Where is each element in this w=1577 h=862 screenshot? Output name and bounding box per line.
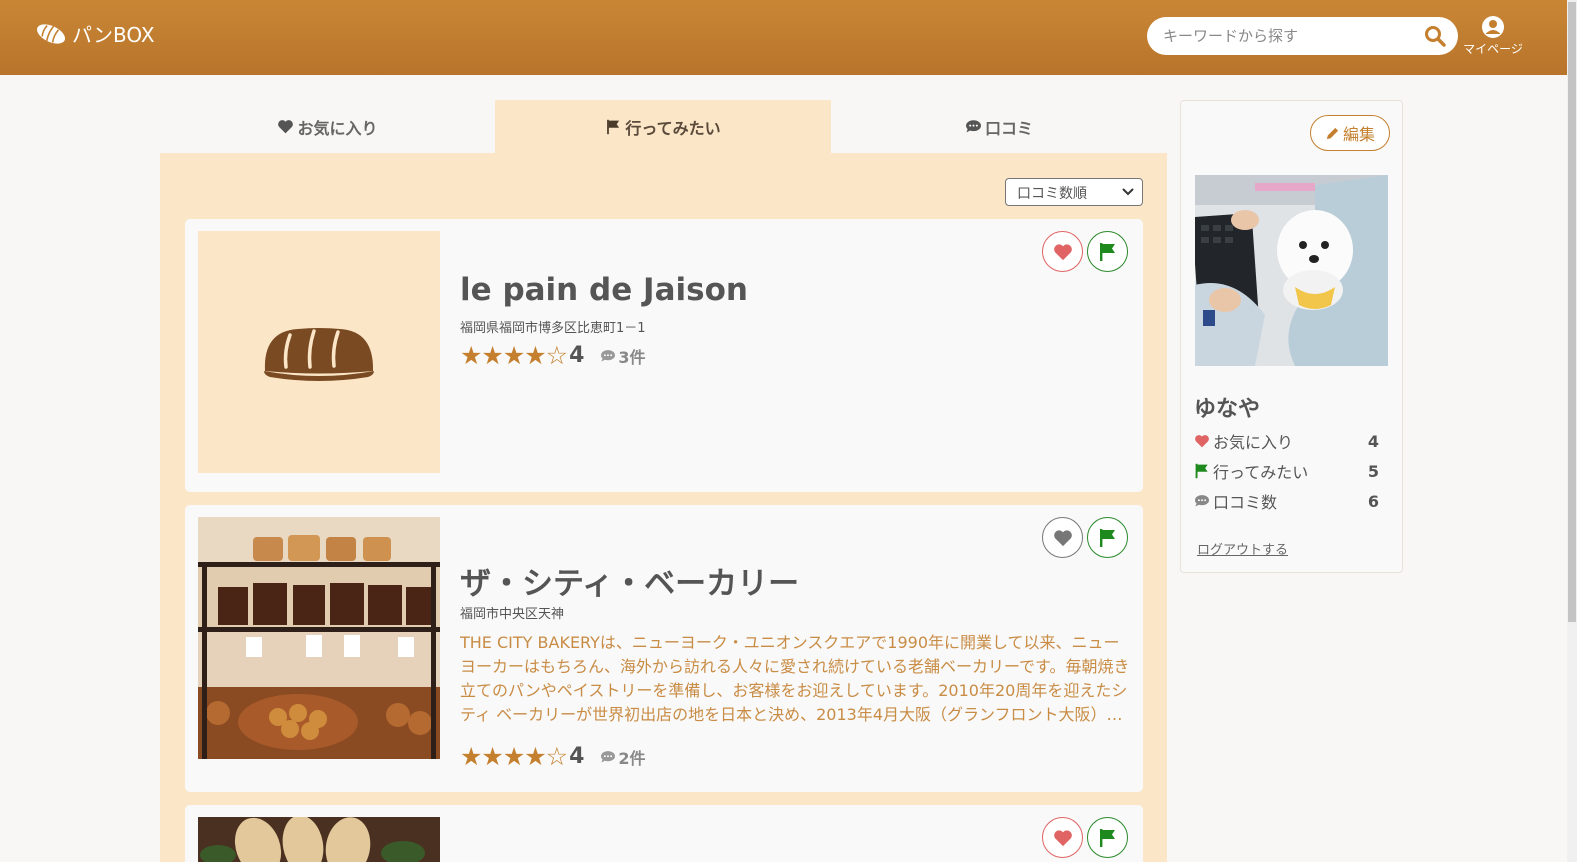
favorite-button[interactable] — [1042, 517, 1083, 558]
review-count: 2件 — [600, 745, 646, 769]
stat-want-to-go[interactable]: 行ってみたい 5 — [1194, 459, 1389, 483]
profile-sidebar: 編集 ゆなや お気に入り 4 行ってみたい 5 口コミ数 6 ログアウトする — [1180, 100, 1403, 573]
shop-image[interactable] — [198, 817, 440, 862]
bread-icon — [36, 23, 66, 44]
edit-label: 編集 — [1342, 125, 1375, 144]
shop-address: 福岡県福岡市博多区比恵町1－1 — [460, 321, 646, 336]
flag-icon — [607, 119, 620, 134]
sort-selected-label: 口コミ数順 — [1017, 186, 1087, 202]
tab-label: 口コミ — [984, 118, 1033, 138]
logout-link[interactable]: ログアウトする — [1197, 539, 1288, 558]
comment-icon — [1195, 495, 1209, 507]
site-logo[interactable]: パンBOX — [34, 19, 155, 48]
comment-icon — [601, 750, 616, 762]
search-input[interactable] — [1163, 25, 1413, 47]
sort-select[interactable]: 口コミ数順 — [1005, 178, 1143, 206]
comment-icon — [965, 120, 981, 133]
shop-image[interactable] — [198, 231, 440, 473]
chevron-down-icon — [1122, 188, 1134, 196]
shop-name[interactable]: ザ・シティ・ベーカリー — [460, 558, 799, 603]
dog-on-desk-photo — [1195, 175, 1388, 366]
bakery-shelves-photo — [198, 517, 440, 759]
pencil-icon — [1326, 127, 1339, 139]
logo-text: パンBOX — [72, 23, 155, 47]
heart-icon — [1053, 829, 1072, 846]
want-to-go-button[interactable] — [1087, 517, 1128, 558]
stat-favorites[interactable]: お気に入り 4 — [1194, 429, 1389, 453]
shop-rating: ★★★★☆ 4 2件 — [460, 742, 646, 771]
mypage-link[interactable]: マイページ — [1460, 15, 1526, 57]
flag-icon — [1099, 828, 1115, 847]
flag-icon — [1195, 463, 1208, 479]
scrollbar-thumb[interactable] — [1568, 2, 1576, 622]
heart-icon — [1195, 435, 1209, 448]
tab-favorites[interactable]: お気に入り — [160, 100, 495, 153]
heart-icon — [1053, 243, 1072, 260]
shop-card[interactable] — [185, 805, 1143, 862]
top-header: パンBOX マイページ — [0, 0, 1567, 75]
tab-reviews[interactable]: 口コミ — [831, 100, 1167, 153]
page-scrollbar[interactable] — [1567, 0, 1577, 862]
favorite-button[interactable] — [1042, 231, 1083, 272]
want-to-go-button[interactable] — [1087, 231, 1128, 272]
shop-description: THE CITY BAKERYは、ニューヨーク・ユニオンスクエアで1990年に開… — [460, 633, 1130, 724]
mypage-label: マイページ — [1463, 42, 1523, 56]
flag-icon — [1099, 242, 1115, 261]
bread-loaves-photo — [198, 817, 440, 862]
tab-label: お気に入り — [297, 118, 378, 138]
review-count: 3件 — [600, 344, 646, 368]
shop-name[interactable]: le pain de Jaison — [460, 272, 748, 308]
shop-card[interactable]: ザ・シティ・ベーカリー 福岡市中央区天神 THE CITY BAKERYは、ニュ… — [185, 505, 1143, 792]
tab-label: 行ってみたい — [625, 118, 721, 138]
shop-card[interactable]: le pain de Jaison 福岡県福岡市博多区比恵町1－1 ★★★★☆ … — [185, 219, 1143, 492]
username: ゆなや — [1194, 397, 1261, 422]
tab-want-to-go[interactable]: 行ってみたい — [495, 100, 831, 153]
heart-icon — [278, 120, 294, 134]
avatar — [1195, 175, 1388, 366]
stat-label: 口コミ数 — [1213, 493, 1278, 512]
search-icon[interactable] — [1424, 25, 1446, 47]
review-count-label: 3件 — [618, 347, 646, 367]
want-to-go-button[interactable] — [1087, 817, 1128, 858]
stat-reviews[interactable]: 口コミ数 6 — [1194, 489, 1389, 513]
shop-address: 福岡市中央区天神 — [460, 607, 565, 622]
bread-placeholder-icon — [264, 328, 374, 381]
flag-icon — [1099, 528, 1115, 547]
edit-profile-button[interactable]: 編集 — [1310, 115, 1390, 151]
favorite-button[interactable] — [1042, 817, 1083, 858]
search-box — [1147, 17, 1458, 55]
comment-icon — [601, 349, 616, 361]
stat-label: お気に入り — [1213, 433, 1294, 452]
stat-count: 5 — [1367, 461, 1379, 481]
stat-label: 行ってみたい — [1213, 463, 1309, 482]
review-count-label: 2件 — [618, 748, 646, 768]
star-rating: ★★★★☆ — [460, 742, 568, 771]
stat-count: 4 — [1367, 431, 1379, 451]
user-circle-icon — [1482, 16, 1504, 38]
shop-rating: ★★★★☆ 4 3件 — [460, 341, 646, 370]
shop-image[interactable] — [198, 517, 440, 759]
star-rating: ★★★★☆ — [460, 341, 568, 370]
rating-score: 4 — [569, 744, 585, 769]
heart-icon — [1053, 529, 1072, 546]
rating-score: 4 — [569, 343, 585, 368]
stat-count: 6 — [1367, 491, 1379, 511]
